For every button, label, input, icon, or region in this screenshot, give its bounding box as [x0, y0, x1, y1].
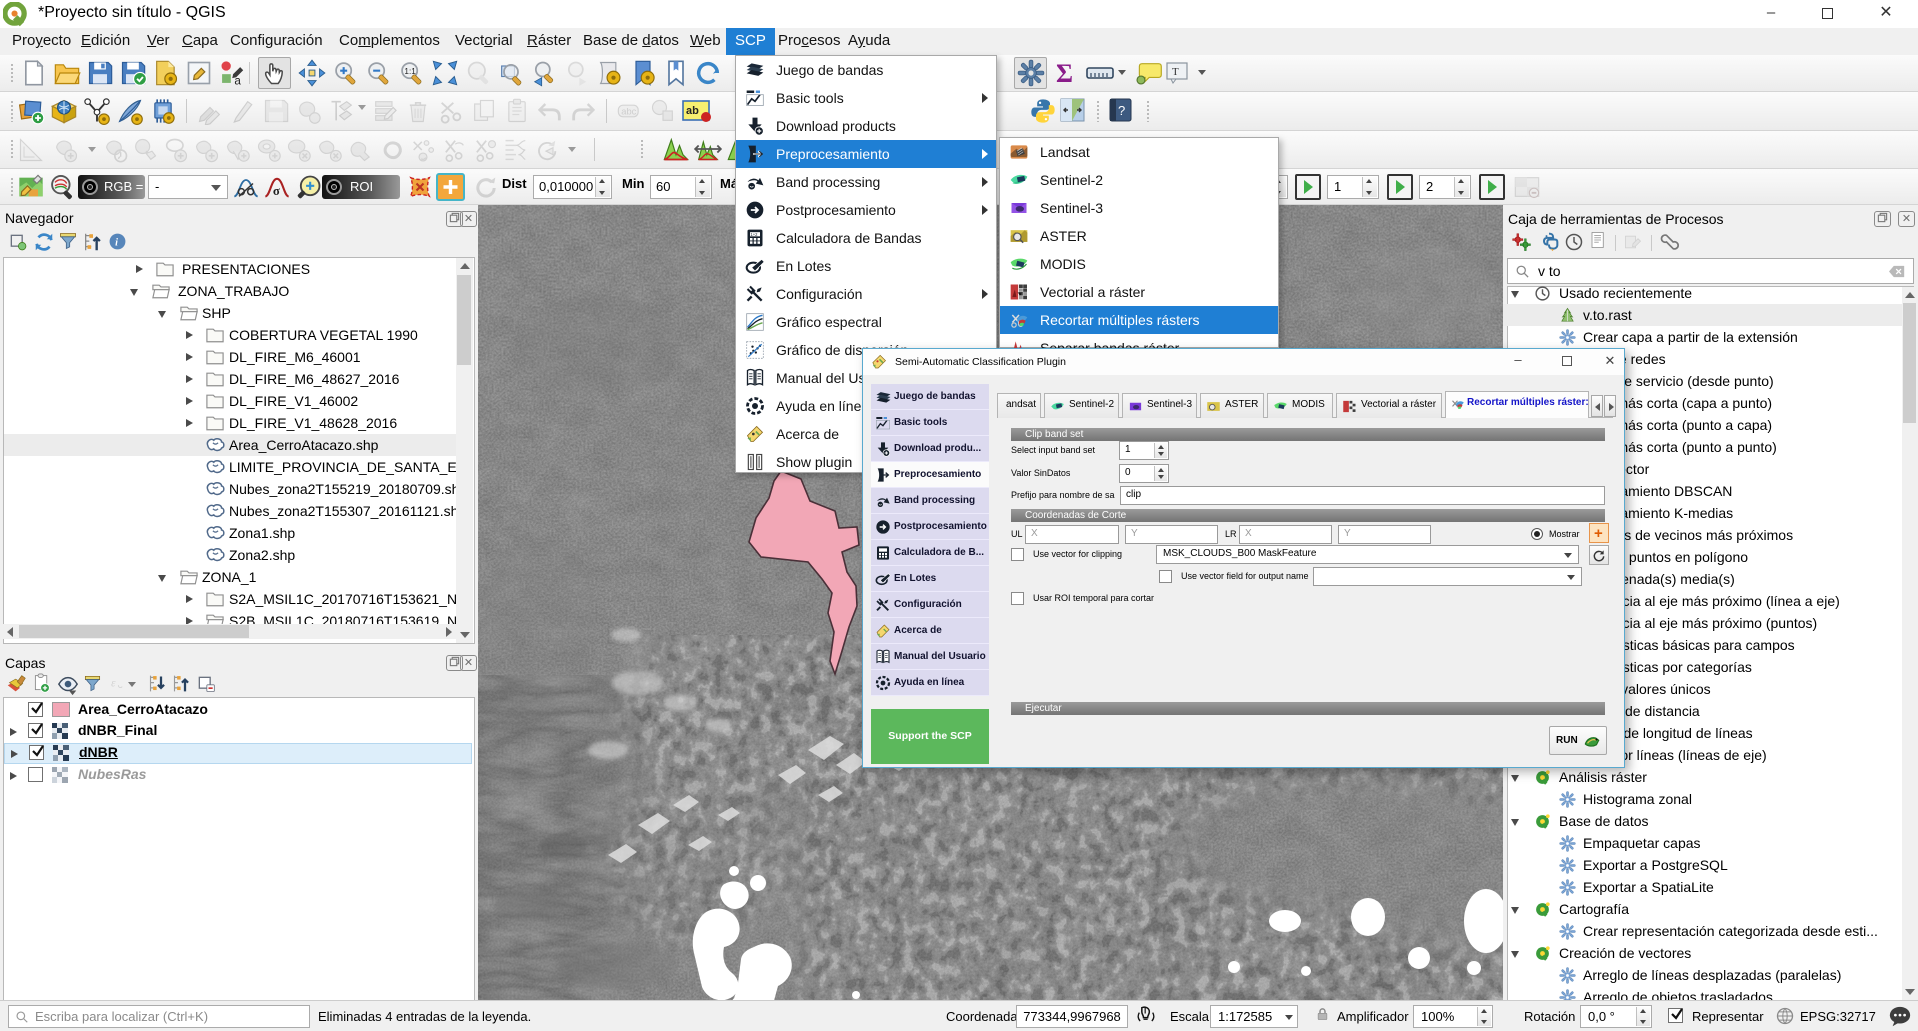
svg-text:T: T	[1172, 66, 1179, 78]
svg-text:1+2: 1+2	[750, 232, 758, 237]
svg-text:a: a	[234, 75, 241, 87]
svg-text:i: i	[115, 237, 118, 248]
svg-text:ab: ab	[686, 105, 699, 117]
svg-text:σ: σ	[273, 184, 280, 198]
svg-text:abc: abc	[621, 107, 636, 117]
svg-text:ε: ε	[111, 678, 116, 690]
svg-text:?: ?	[1118, 103, 1125, 118]
